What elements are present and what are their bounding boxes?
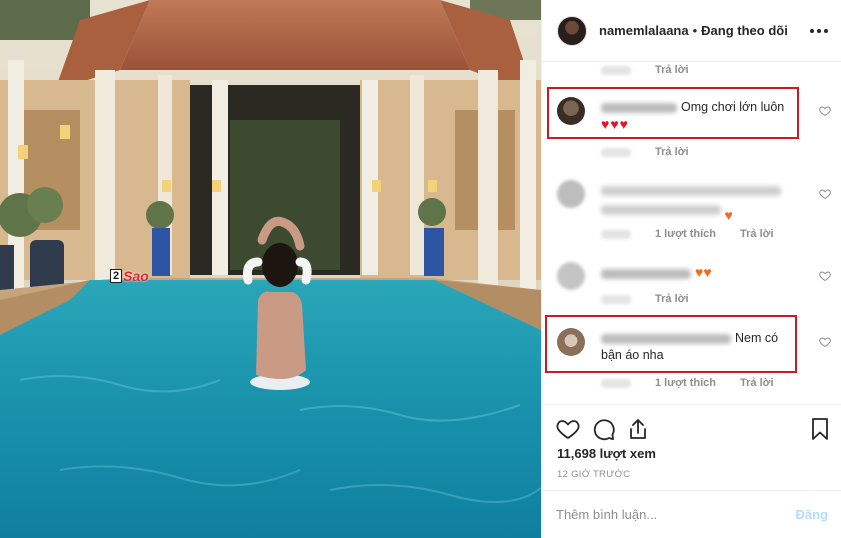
commenter-avatar[interactable] (557, 328, 585, 356)
red-hearts-emoji: ♥♥♥ (601, 116, 629, 132)
comment-bubble-icon[interactable] (592, 417, 616, 441)
comment-meta: Trả lời (601, 64, 689, 76)
reply-button[interactable]: Trả lời (655, 146, 689, 158)
reply-button[interactable]: Trả lời (655, 293, 689, 305)
comment-body: ♥♥ (601, 264, 801, 282)
blurred-text (601, 205, 721, 215)
more-horizontal-icon[interactable] (810, 22, 828, 40)
watermark-box: 2 (110, 269, 123, 283)
watermark-text: Sao (123, 268, 149, 284)
follow-status-button[interactable]: Đang theo dõi (701, 23, 788, 38)
comment-body: Nem có bận áo nha (601, 330, 801, 364)
header-separator: • (692, 23, 698, 38)
reply-button[interactable]: Trả lời (740, 377, 774, 389)
comment-meta: Trả lời (601, 146, 689, 158)
likes-count[interactable]: 1 lượt thích (655, 377, 716, 389)
post-header: namemlalaana • Đang theo dõi (542, 0, 841, 62)
like-comment-heart-icon[interactable] (819, 336, 831, 348)
blurred-date (601, 379, 631, 388)
blurred-date (601, 230, 631, 239)
bookmark-icon[interactable] (808, 417, 832, 441)
orange-hearts-emoji: ♥♥ (695, 264, 712, 280)
pool-video-frame (0, 0, 541, 538)
comment-meta: Trả lời (601, 293, 689, 305)
like-comment-heart-icon[interactable] (819, 270, 831, 282)
username-link[interactable]: namemlalaana (599, 23, 689, 38)
post-media[interactable]: 2 Sao (0, 0, 541, 538)
comments-list[interactable]: Trả lời Omg chơi lớn luôn ♥♥♥ Trả lời ♥ (542, 62, 841, 404)
orange-heart-emoji: ♥ (724, 207, 733, 223)
comment-meta: 1 lượt thích Trả lời (601, 377, 774, 389)
add-comment-bar: Đăng (542, 490, 841, 538)
blurred-date (601, 148, 631, 157)
likes-count[interactable]: 1 lượt thích (655, 228, 716, 240)
like-comment-heart-icon[interactable] (819, 105, 831, 117)
blurred-username (601, 333, 731, 344)
reply-button[interactable]: Trả lời (655, 64, 689, 76)
blurred-date (601, 66, 631, 75)
blurred-username (601, 102, 677, 113)
comment-input[interactable] (556, 507, 796, 522)
watermark-logo: 2 Sao (110, 268, 149, 284)
like-comment-heart-icon[interactable] (819, 188, 831, 200)
blurred-text (601, 186, 781, 196)
action-bar: 11,698 lượt xem 12 GIỜ TRƯỚC (542, 404, 841, 490)
post-comment-button[interactable]: Đăng (796, 507, 829, 522)
post-timestamp: 12 GIỜ TRƯỚC (557, 469, 631, 480)
like-heart-icon[interactable] (556, 417, 580, 441)
comment-body: ♥ (601, 182, 801, 225)
comment-meta: 1 lượt thích Trả lời (601, 228, 774, 240)
view-count[interactable]: 11,698 lượt xem (557, 446, 656, 461)
share-upload-icon[interactable] (626, 417, 650, 441)
user-avatar[interactable] (557, 15, 587, 46)
commenter-avatar[interactable] (557, 262, 585, 290)
commenter-avatar[interactable] (557, 97, 585, 125)
commenter-avatar[interactable] (557, 180, 585, 208)
reply-button[interactable]: Trả lời (740, 228, 774, 240)
comment-body: Omg chơi lớn luôn ♥♥♥ (601, 99, 801, 134)
post-side-panel: namemlalaana • Đang theo dõi Trả lời Omg… (541, 0, 841, 538)
blurred-date (601, 295, 631, 304)
comment-text: Omg chơi lớn luôn (681, 100, 785, 114)
blurred-username (601, 268, 691, 279)
